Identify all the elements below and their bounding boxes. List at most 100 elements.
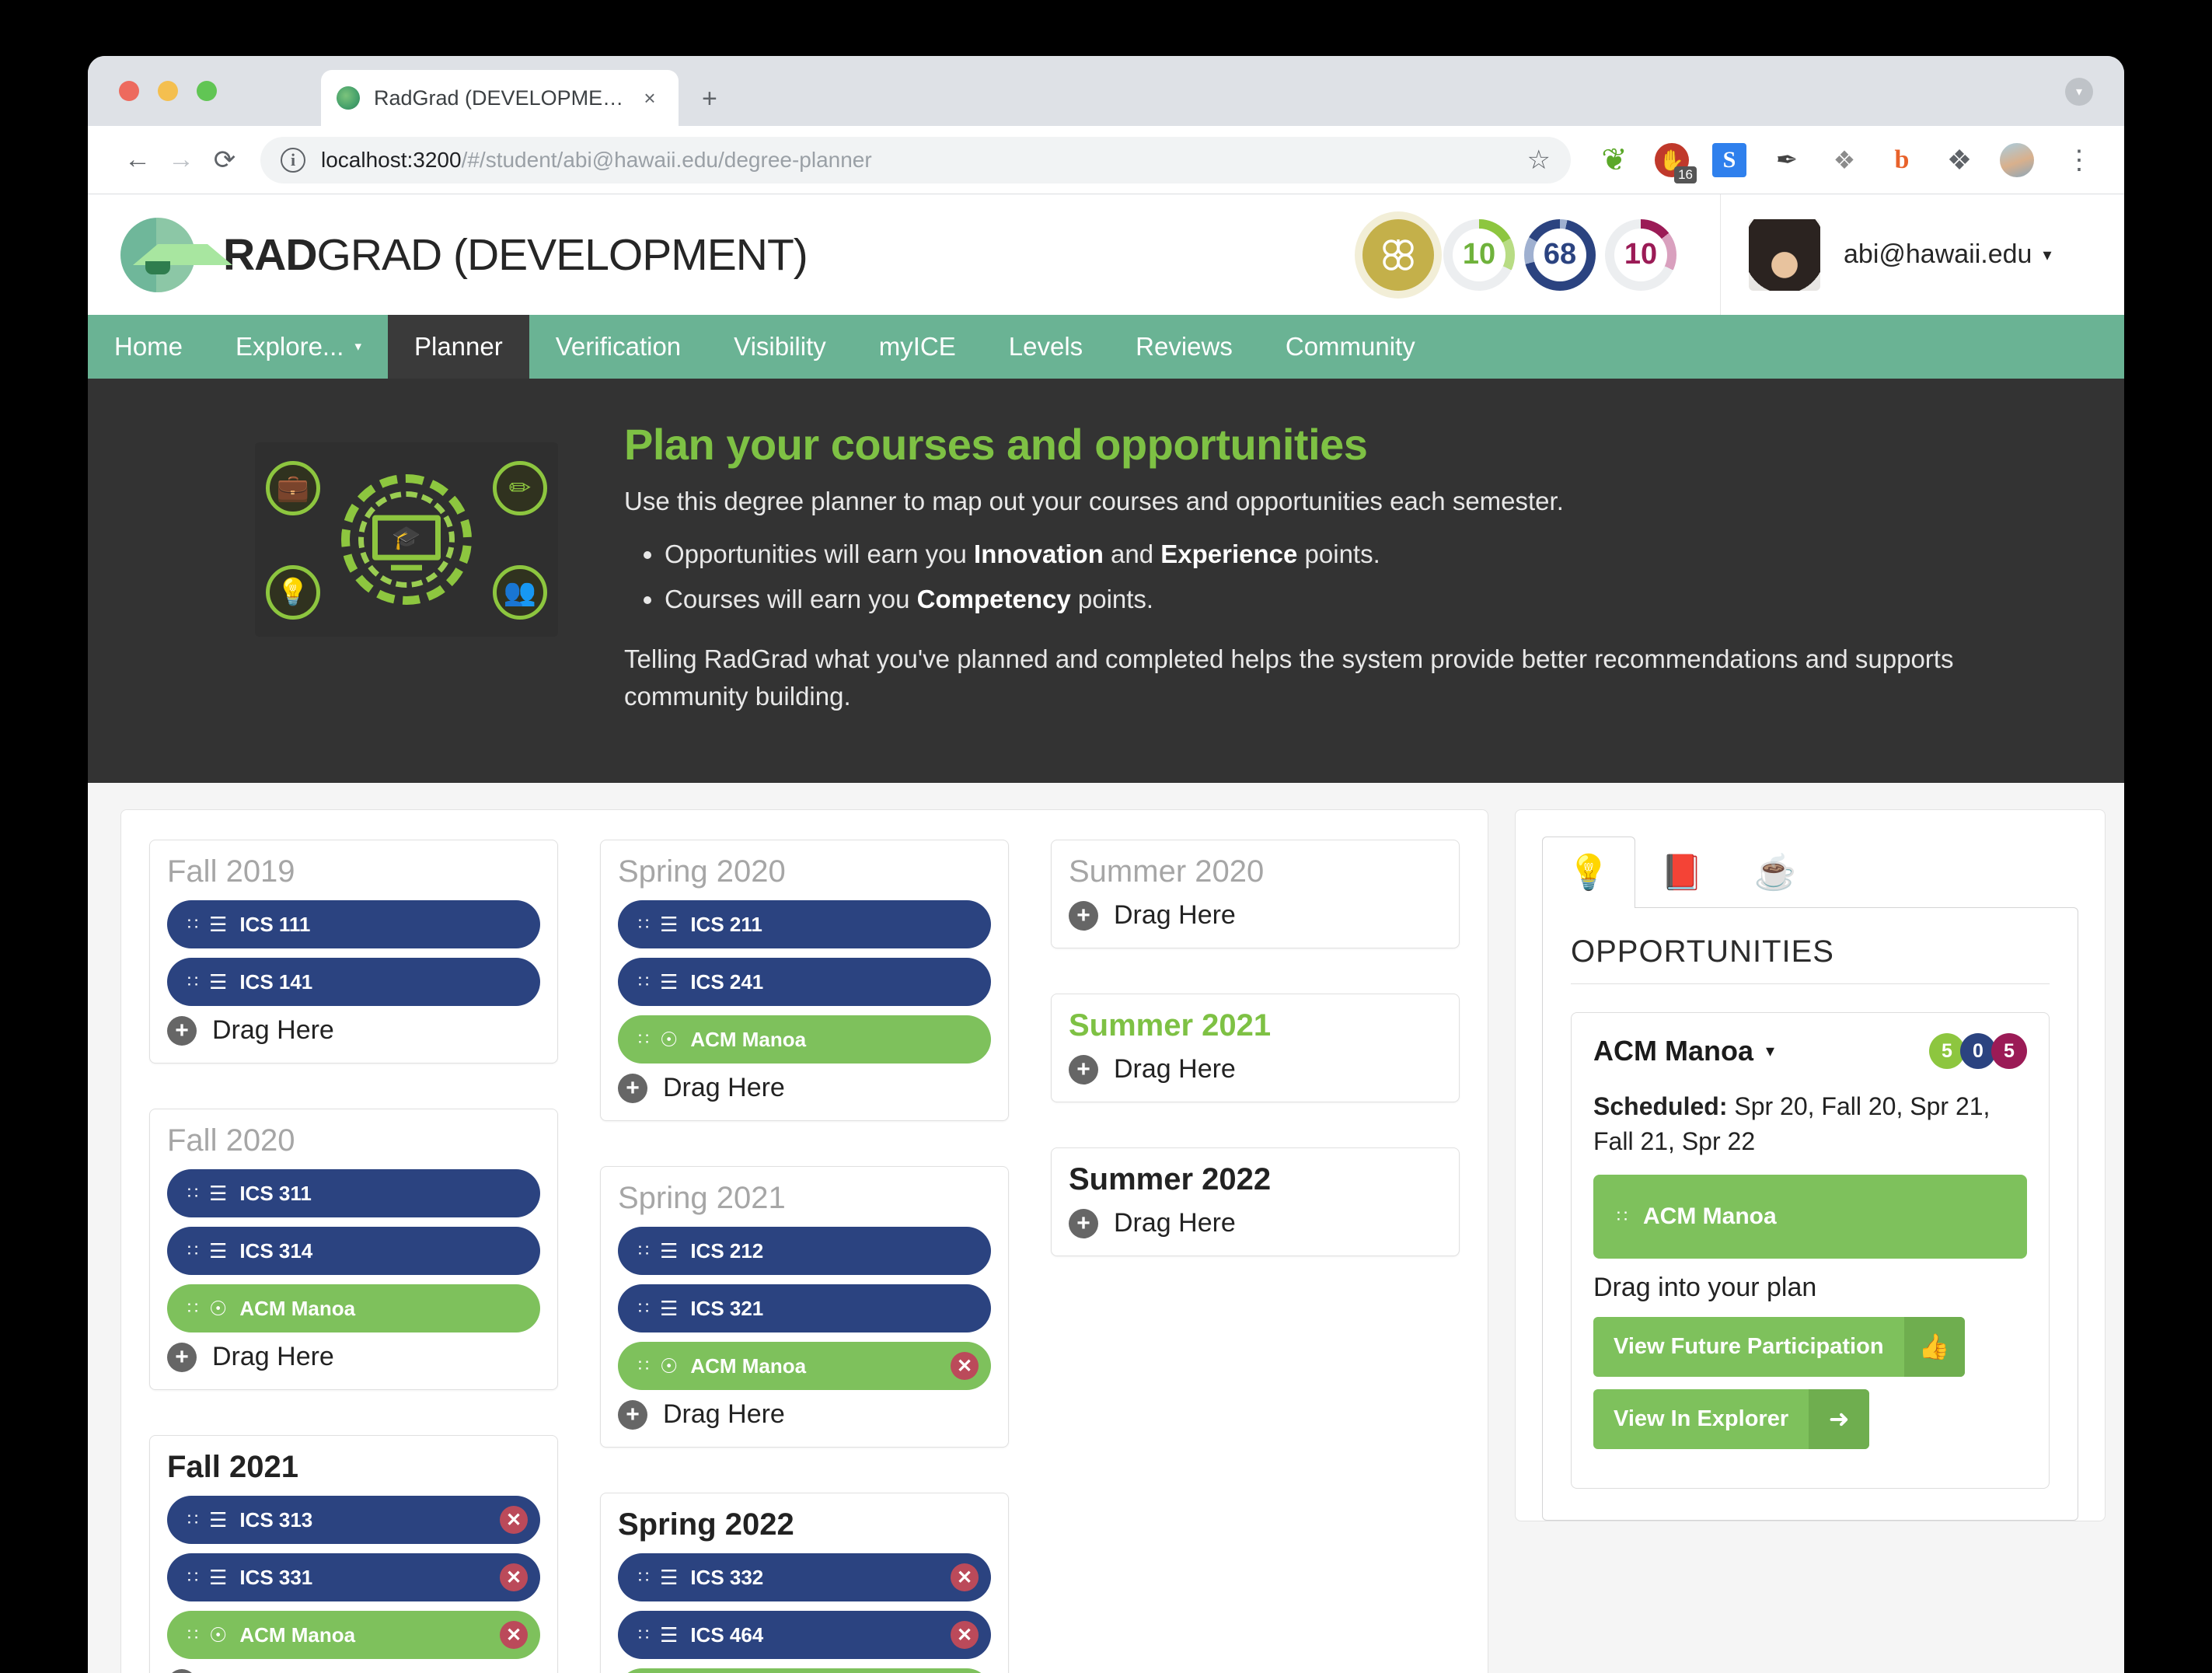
close-tab-icon[interactable]: × <box>637 85 663 111</box>
ublock-extension-icon[interactable]: ✋ 16 <box>1655 142 1697 183</box>
opportunity-pill[interactable]: ∷ ☉ ACM Manoa <box>618 1015 991 1064</box>
opportunities-tab[interactable]: 💡 <box>1542 836 1635 908</box>
drag-here-dropzone[interactable]: + Drag Here <box>618 1073 991 1103</box>
drag-handle-icon[interactable]: ∷ <box>187 1300 198 1317</box>
nav-item-levels[interactable]: Levels <box>982 315 1109 379</box>
level-badge[interactable] <box>1362 218 1434 291</box>
innovation-score-ring[interactable]: 10 <box>1443 218 1515 291</box>
nav-item-home[interactable]: Home <box>88 315 209 379</box>
drag-handle-icon[interactable]: ∷ <box>187 1185 198 1202</box>
term-card[interactable]: Fall 2020 ∷ ☰ ICS 311 ∷ ☰ ICS 314 ∷ ☉ ACM Manoa + D… <box>149 1109 558 1390</box>
puzzle-extensions-icon[interactable]: ❖ <box>1942 143 1976 177</box>
close-window-button[interactable] <box>119 81 139 101</box>
opportunity-pill[interactable]: ∷☉ACM Manoa✕ <box>167 1611 540 1659</box>
brand[interactable]: RADGRAD (DEVELOPMENT) <box>120 217 808 292</box>
drag-here-dropzone[interactable]: + Drag Here <box>167 1015 540 1046</box>
term-card[interactable]: Spring 2020 ∷ ☰ ICS 211 ∷ ☰ ICS 241 ∷ ☉ ACM Manoa… <box>600 840 1009 1121</box>
drag-handle-icon[interactable]: ∷ <box>638 1300 649 1317</box>
course-pill[interactable]: ∷ ☰ ICS 313 ✕ <box>167 1496 540 1544</box>
opportunity-header[interactable]: ACM Manoa ▾ 5 0 5 <box>1593 1033 2027 1069</box>
dropbox-extension-icon[interactable]: ❖ <box>1827 143 1861 177</box>
browser-profile-avatar[interactable] <box>2000 142 2034 177</box>
term-card[interactable]: Spring 2021 ∷ ☰ ICS 212 ∷ ☰ ICS 321 ∷ ☉ ACM Manoa… <box>600 1166 1009 1448</box>
internships-tab[interactable]: ☕ <box>1729 836 1822 908</box>
tab-list-chevron-icon[interactable]: ▾ <box>2065 78 2093 106</box>
colorpick-extension-icon[interactable]: ✒ <box>1770 143 1804 177</box>
forward-button[interactable]: → <box>159 138 203 182</box>
nav-item-visibility[interactable]: Visibility <box>707 315 853 379</box>
drag-here-dropzone[interactable]: + Drag Here <box>1069 1054 1442 1084</box>
drag-handle-icon[interactable]: ∷ <box>187 1569 198 1586</box>
drag-handle-icon[interactable]: ∷ <box>187 1511 198 1528</box>
course-pill[interactable]: ∷ ☰ ICS 212 <box>618 1227 991 1275</box>
drag-handle-icon[interactable]: ∷ <box>638 1242 649 1259</box>
term-card[interactable]: Spring 2022 ∷ ☰ ICS 332 ✕ ∷ ☰ ICS 464 ✕ ∷☉ACM Man… <box>600 1493 1009 1673</box>
course-pill[interactable]: ∷ ☰ ICS 241 <box>618 958 991 1006</box>
maximize-window-button[interactable] <box>197 81 217 101</box>
new-tab-button[interactable]: + <box>702 86 717 112</box>
course-pill[interactable]: ∷ ☰ ICS 331 ✕ <box>167 1553 540 1601</box>
course-pill[interactable]: ∷ ☰ ICS 321 <box>618 1284 991 1332</box>
nav-item-community[interactable]: Community <box>1259 315 1442 379</box>
bookmark-star-icon[interactable]: ☆ <box>1527 145 1551 176</box>
back-button[interactable]: ← <box>116 138 159 182</box>
drag-handle-icon[interactable]: ∷ <box>638 1626 649 1643</box>
bitly-extension-icon[interactable]: b <box>1885 143 1919 177</box>
course-pill[interactable]: ∷ ☰ ICS 311 <box>167 1169 540 1217</box>
nav-item-verification[interactable]: Verification <box>529 315 707 379</box>
drag-handle-icon[interactable]: ∷ <box>187 973 198 990</box>
reload-button[interactable]: ⟳ <box>203 138 246 182</box>
evernote-extension-icon[interactable]: ❦ <box>1597 143 1631 177</box>
chevron-down-icon[interactable]: ▾ <box>1766 1041 1774 1061</box>
remove-item-icon[interactable]: ✕ <box>500 1506 528 1534</box>
drag-handle-icon[interactable]: ∷ <box>638 1357 649 1374</box>
remove-item-icon[interactable]: ✕ <box>500 1621 528 1649</box>
nav-item-explore[interactable]: Explore... ▾ <box>209 315 388 379</box>
course-pill[interactable]: ∷ ☰ ICS 211 <box>618 900 991 948</box>
browser-tab[interactable]: RadGrad (DEVELOPMENT) × <box>321 70 679 126</box>
browser-menu-icon[interactable]: ⋮ <box>2062 143 2096 177</box>
course-pill[interactable]: ∷ ☰ ICS 332 ✕ <box>618 1553 991 1601</box>
drag-here-dropzone[interactable]: + Drag Here <box>167 1668 540 1673</box>
drag-handle-icon[interactable]: ∷ <box>1617 1207 1628 1225</box>
nav-item-planner[interactable]: Planner <box>387 315 529 379</box>
remove-item-icon[interactable]: ✕ <box>951 1563 979 1591</box>
user-menu[interactable]: abi@hawaii.edu ▾ <box>1720 194 2124 315</box>
remove-item-icon[interactable]: ✕ <box>951 1621 979 1649</box>
course-pill[interactable]: ∷ ☰ ICS 111 <box>167 900 540 948</box>
drag-handle-icon[interactable]: ∷ <box>187 916 198 933</box>
competency-score-ring[interactable]: 68 <box>1524 218 1596 291</box>
view-in-explorer-button[interactable]: View In Explorer ➜ <box>1593 1388 1870 1449</box>
course-pill[interactable]: ∷ ☰ ICS 464 ✕ <box>618 1611 991 1659</box>
drag-handle-icon[interactable]: ∷ <box>638 1031 649 1048</box>
minimize-window-button[interactable] <box>158 81 178 101</box>
remove-item-icon[interactable]: ✕ <box>500 1563 528 1591</box>
course-pill[interactable]: ∷ ☰ ICS 314 <box>167 1227 540 1275</box>
drag-handle-icon[interactable]: ∷ <box>187 1626 198 1643</box>
term-card[interactable]: Summer 2020 + Drag Here <box>1051 840 1460 948</box>
term-card[interactable]: Summer 2021 + Drag Here <box>1051 994 1460 1102</box>
term-card[interactable]: Fall 2019 ∷ ☰ ICS 111 ∷ ☰ ICS 141 + Drag Here <box>149 840 558 1064</box>
nav-item-reviews[interactable]: Reviews <box>1109 315 1259 379</box>
view-future-participation-button[interactable]: View Future Participation 👍 <box>1593 1316 1965 1377</box>
experience-score-ring[interactable]: 10 <box>1605 218 1676 291</box>
drag-here-dropzone[interactable]: + Drag Here <box>1069 900 1442 931</box>
drag-handle-icon[interactable]: ∷ <box>187 1242 198 1259</box>
draggable-opportunity-pill[interactable]: ∷ ACM Manoa <box>1593 1174 2027 1259</box>
term-card[interactable]: Fall 2021 ∷ ☰ ICS 313 ✕ ∷ ☰ ICS 331 ✕ ∷ ☉ ACM Manoa… <box>149 1435 558 1673</box>
drag-here-dropzone[interactable]: + Drag Here <box>1069 1208 1442 1238</box>
nav-item-myice[interactable]: myICE <box>853 315 982 379</box>
address-bar[interactable]: i localhost:3200/#/student/abi@hawaii.ed… <box>260 136 1571 183</box>
drag-handle-icon[interactable]: ∷ <box>638 916 649 933</box>
drag-here-dropzone[interactable]: + Drag Here <box>618 1399 991 1430</box>
courses-tab[interactable]: 📕 <box>1635 836 1729 908</box>
course-pill[interactable]: ∷ ☰ ICS 141 <box>167 958 540 1006</box>
opportunity-pill[interactable]: ∷ ☉ ACM Manoa <box>167 1284 540 1332</box>
remove-item-icon[interactable]: ✕ <box>951 1352 979 1380</box>
site-info-icon[interactable]: i <box>281 147 305 173</box>
term-card[interactable]: Summer 2022 + Drag Here <box>1051 1147 1460 1256</box>
drag-here-dropzone[interactable]: + Drag Here <box>167 1342 540 1372</box>
opportunity-pill[interactable]: ∷☉ACM Manoa✕ <box>618 1668 991 1673</box>
opportunity-pill[interactable]: ∷☉ACM Manoa✕ <box>618 1342 991 1390</box>
sketch-extension-icon[interactable]: S <box>1712 142 1746 177</box>
